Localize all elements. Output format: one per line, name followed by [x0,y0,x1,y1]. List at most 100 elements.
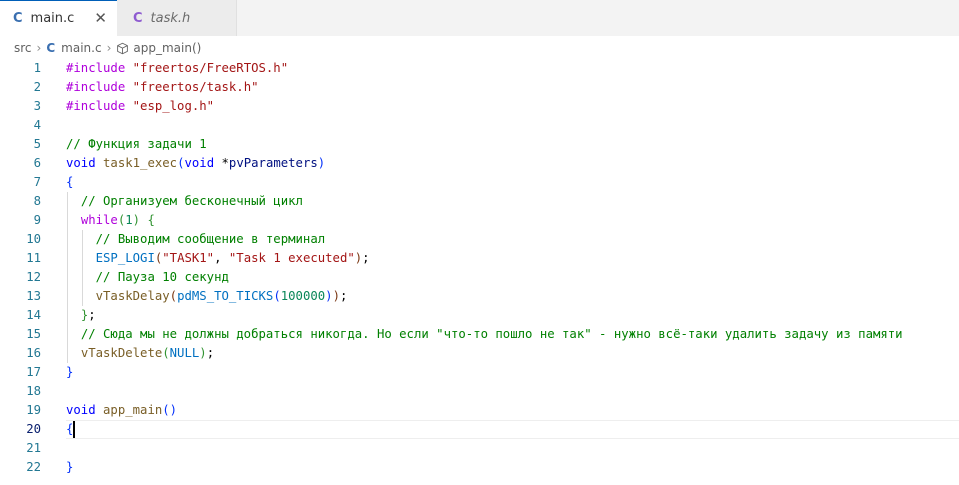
line-number: 1 [33,61,41,75]
code-token: 100000 [280,289,326,303]
code-token: ; [339,289,348,303]
line-number: 12 [26,270,41,284]
code-text: } [66,363,73,382]
line-number: 20 [26,422,41,436]
code-text: { [66,173,73,192]
code-line[interactable]: 6 void task1_exec(void *pvParameters) [0,154,959,173]
breadcrumb: src › C main.c › app_main() [14,38,201,58]
code-token: NULL [169,346,200,360]
code-token: // Организуем бесконечный цикл [80,194,303,208]
code-line[interactable]: 5 // Функция задачи 1 [0,135,959,154]
code-token: #include [66,80,126,94]
code-token: * [214,156,229,170]
line-number: 19 [26,403,41,417]
code-token: ) [332,289,340,303]
code-token: pdMS_TO_TICKS [177,289,274,303]
code-line[interactable]: 12 // Пауза 10 секунд [0,268,959,287]
code-token: "freertos/task.h" [132,80,259,94]
code-text: ESP_LOGI("TASK1", "Task 1 executed"); [66,249,370,268]
code-token: ; [88,308,96,322]
code-token: pvParameters [228,156,318,170]
code-line[interactable]: 18 [0,382,959,401]
code-token: } [66,365,74,379]
code-text: }; [66,306,96,325]
code-text: #include "freertos/task.h" [66,78,259,97]
code-line[interactable]: 11 ESP_LOGI("TASK1", "Task 1 executed"); [0,249,959,268]
code-token: ) [132,213,141,227]
code-line[interactable]: 9 while(1) { [0,211,959,230]
line-number: 4 [33,118,41,132]
tab-task-h[interactable]: C task.h [117,0,237,36]
line-number: 8 [33,194,41,208]
code-line[interactable]: 4 [0,116,959,135]
code-text: #include "freertos/FreeRTOS.h" [66,59,288,78]
code-token: ( [169,289,178,303]
code-line[interactable]: 10 // Выводим сообщение в терминал [0,230,959,249]
close-icon[interactable]: ✕ [94,11,107,26]
code-text: void task1_exec(void *pvParameters) [66,154,325,173]
code-token: ; [206,346,215,360]
code-token: app_main [103,403,163,417]
code-token: "freertos/FreeRTOS.h" [132,61,289,75]
code-line[interactable]: 2 #include "freertos/task.h" [0,78,959,97]
breadcrumb-symbol[interactable]: app_main() [133,41,201,55]
c-file-icon: C [13,11,23,26]
line-number: 11 [26,251,41,265]
code-token: void [66,403,96,417]
code-token: // Функция задачи 1 [66,137,207,151]
code-text: } [66,458,73,477]
code-token: 1 [125,213,133,227]
code-line[interactable]: 3 #include "esp_log.h" [0,97,959,116]
line-number: 10 [26,232,41,246]
line-number: 7 [33,175,41,189]
code-text: vTaskDelay(pdMS_TO_TICKS(100000)); [66,287,348,306]
line-number: 22 [26,460,41,474]
code-token: void [184,156,215,170]
code-line[interactable]: 7{ [0,173,959,192]
code-line[interactable]: 21 [0,439,959,458]
code-text: // Выводим сообщение в терминал [66,230,326,249]
tab-label: task.h [150,10,191,26]
code-line[interactable]: 16 vTaskDelete(NULL); [0,344,959,363]
code-token: ; [362,251,370,265]
code-token: "TASK1" [162,251,215,265]
code-line[interactable]: 19 void app_main() [0,401,959,420]
tab-main-c[interactable]: C main.c ✕ [0,0,117,36]
breadcrumb-file[interactable]: main.c [61,41,101,55]
code-line[interactable]: 8 // Организуем бесконечный цикл [0,192,959,211]
line-number: 15 [26,327,41,341]
c-file-icon: C [46,41,56,55]
code-line[interactable]: 22} [0,458,959,477]
code-token: ) [317,156,326,170]
line-number: 13 [26,289,41,303]
code-token: , [214,251,229,265]
code-token: ) [199,346,207,360]
code-token: ESP_LOGI [95,251,155,265]
code-line[interactable]: 14 }; [0,306,959,325]
code-token: // Выводим сообщение в терминал [95,232,326,246]
chevron-right-icon: › [106,41,112,55]
code-token: ) [325,289,333,303]
code-line[interactable]: 15 // Сюда мы не должны добраться никогд… [0,325,959,344]
code-line[interactable]: 17} [0,363,959,382]
code-token: } [66,460,74,474]
code-token: ( [273,289,281,303]
code-token: task1_exec [103,156,178,170]
breadcrumb-folder[interactable]: src [14,41,32,55]
code-line[interactable]: 1 #include "freertos/FreeRTOS.h" [0,59,959,78]
code-text: // Организуем бесконечный цикл [66,192,303,211]
code-token: void [66,156,96,170]
code-line[interactable]: 20 { [0,420,959,439]
code-token: #include [66,99,126,113]
code-line[interactable]: 13 vTaskDelay(pdMS_TO_TICKS(100000)); [0,287,959,306]
line-number: 18 [26,384,41,398]
line-number: 5 [33,137,41,151]
